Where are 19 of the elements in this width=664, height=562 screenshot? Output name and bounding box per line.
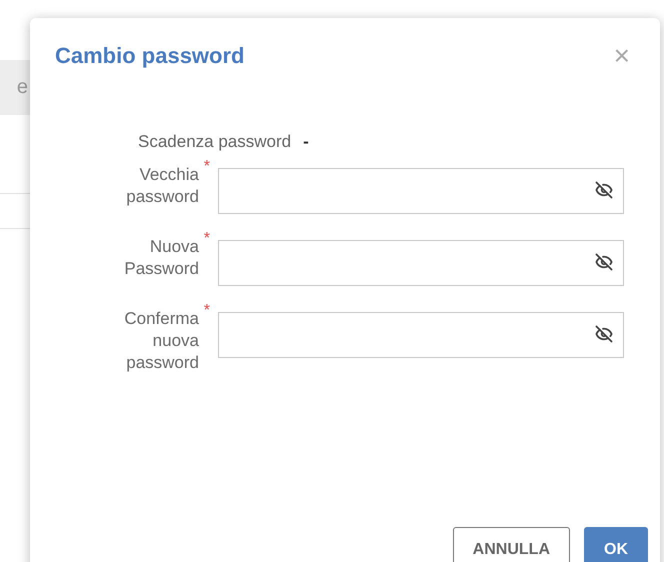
eye-off-icon[interactable] [595, 253, 613, 271]
field-label: Conferma nuova password [123, 308, 199, 374]
password-field[interactable] [218, 168, 624, 214]
required-mark: * [204, 230, 210, 248]
eye-off-icon[interactable] [595, 181, 613, 199]
expiry-value: - [303, 132, 309, 152]
cancel-button[interactable]: ANNULLA [452, 527, 570, 562]
field-label: Nuova Password [123, 236, 199, 280]
expiry-label: Scadenza password [138, 132, 292, 152]
dialog-title: Cambio password [55, 43, 244, 69]
header-text: e [16, 76, 29, 99]
password-field[interactable] [218, 312, 624, 358]
required-mark: * [204, 302, 210, 320]
eye-off-icon[interactable] [595, 325, 613, 343]
required-mark: * [204, 158, 210, 176]
close-button[interactable]: × [614, 42, 630, 70]
field-label: Vecchia password [125, 164, 199, 208]
ok-button[interactable]: OK [584, 527, 648, 562]
password-field[interactable] [218, 240, 624, 286]
